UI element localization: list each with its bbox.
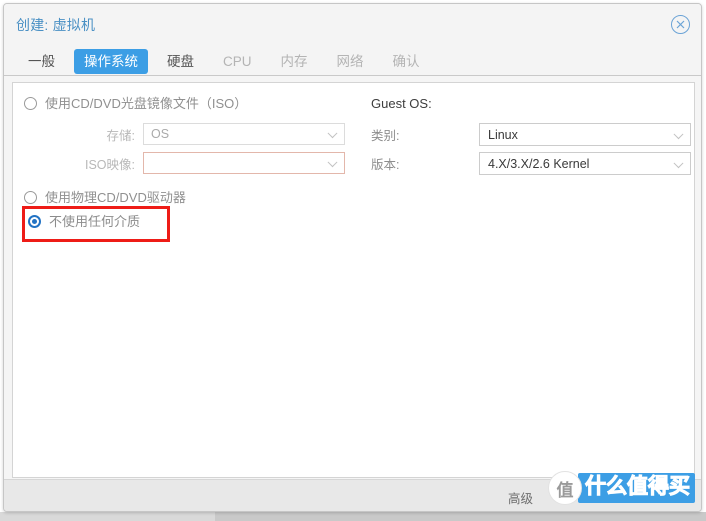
dialog-footer: 高级 [4,479,701,511]
dialog-content: 使用CD/DVD光盘镜像文件（ISO） 存储: OS ISO映像: 使用物理CD… [12,82,695,478]
guest-os-category-label: 类别: [371,129,400,143]
radio-label-iso-file: 使用CD/DVD光盘镜像文件（ISO） [45,96,248,111]
guest-os-version-value: 4.X/3.X/2.6 Kernel [488,156,590,171]
iso-image-label: ISO映像: [84,157,135,172]
create-vm-dialog: 创建: 虚拟机 一般 操作系统 硬盘 CPU 内存 网络 确认 使用CD/DVD… [3,3,702,512]
radio-option-no-media[interactable]: 不使用任何介质 [28,214,140,229]
guest-os-category-select[interactable]: Linux [479,123,691,146]
dialog-header: 创建: 虚拟机 一般 操作系统 硬盘 CPU 内存 网络 确认 [4,4,701,76]
guest-os-version-row: 版本: 4.X/3.X/2.6 Kernel [371,152,691,175]
tab-operating-system[interactable]: 操作系统 [74,48,148,74]
media-selection-panel: 使用CD/DVD光盘镜像文件（ISO） 存储: OS ISO映像: 使用物理CD… [13,83,363,477]
storage-field-row: 存储: OS [13,123,345,145]
tab-memory[interactable]: 内存 [271,49,318,74]
storage-select[interactable]: OS [143,123,345,145]
chevron-down-icon [673,128,684,139]
tab-network[interactable]: 网络 [327,49,374,74]
chevron-down-icon [673,157,684,168]
radio-label-no-media: 不使用任何介质 [49,214,141,229]
iso-image-select[interactable] [143,152,345,174]
desktop-strip-right [215,512,706,521]
wizard-tabs: 一般 操作系统 硬盘 CPU 内存 网络 确认 [4,46,439,76]
close-icon[interactable] [671,15,690,34]
advanced-toggle[interactable]: 高级 [508,488,533,507]
radio-label-physical-drive: 使用物理CD/DVD驱动器 [45,190,186,205]
desktop-strip [0,512,706,521]
guest-os-title: Guest OS: [371,96,432,111]
tab-confirm[interactable]: 确认 [383,49,430,74]
chevron-down-icon [327,157,338,168]
chevron-down-icon [327,128,338,139]
tab-general[interactable]: 一般 [18,49,65,74]
guest-os-panel: Guest OS: 类别: Linux 版本: 4.X/3.X/2.6 Kern… [363,83,696,477]
page-title: 创建: 虚拟机 [16,17,96,33]
tab-cpu[interactable]: CPU [213,49,262,74]
storage-label: 存储: [106,128,135,143]
guest-os-version-select[interactable]: 4.X/3.X/2.6 Kernel [479,152,691,175]
iso-image-field-row: ISO映像: [13,152,345,174]
guest-os-version-label: 版本: [371,158,400,172]
radio-icon-iso-file [24,97,37,110]
guest-os-category-value: Linux [488,127,518,142]
desktop-strip-left [0,512,215,521]
radio-option-iso-file[interactable]: 使用CD/DVD光盘镜像文件（ISO） [24,96,247,111]
radio-icon-no-media [28,215,41,228]
guest-os-category-row: 类别: Linux [371,123,691,146]
radio-option-physical-drive[interactable]: 使用物理CD/DVD驱动器 [24,190,186,205]
radio-icon-physical-drive [24,191,37,204]
storage-select-value: OS [151,127,170,141]
tab-hard-disk[interactable]: 硬盘 [157,49,204,74]
